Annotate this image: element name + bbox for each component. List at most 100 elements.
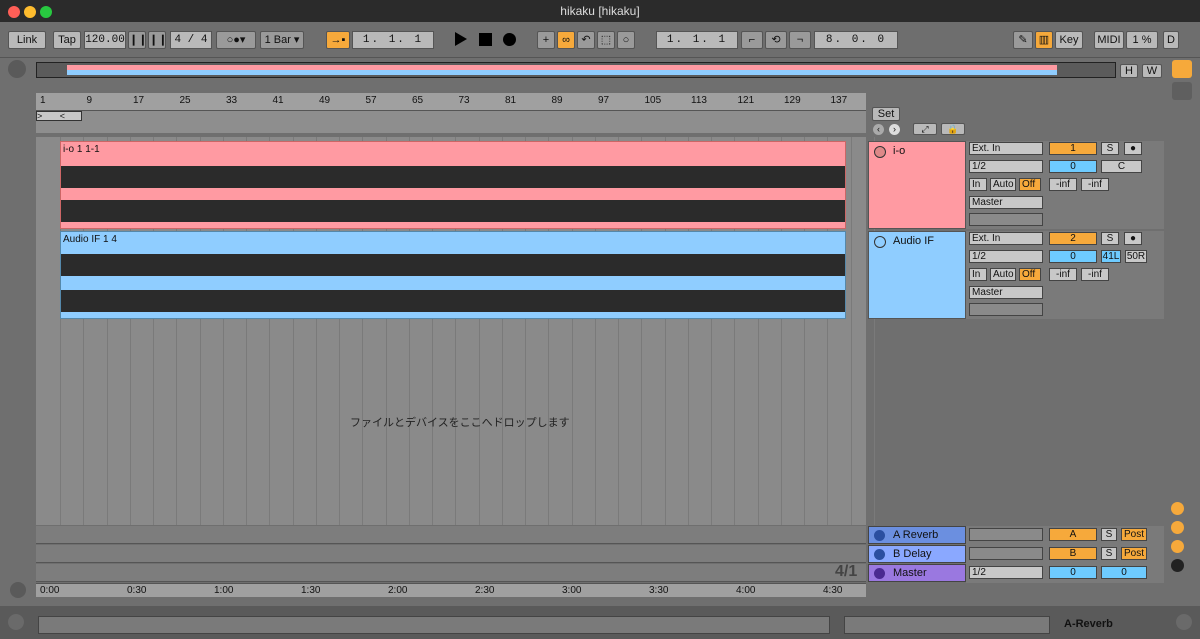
io-toggle-icon[interactable] bbox=[1171, 502, 1184, 515]
monitor-off-button[interactable]: Off bbox=[1019, 178, 1041, 191]
master-lane[interactable] bbox=[36, 564, 866, 582]
loop-brace-area[interactable]: > < bbox=[36, 111, 866, 133]
close-window-button[interactable] bbox=[8, 6, 20, 18]
track-fold-icon[interactable] bbox=[874, 146, 886, 158]
time-signature-field[interactable]: 4 / 4 bbox=[170, 31, 212, 49]
key-map-button[interactable]: Key bbox=[1055, 31, 1083, 49]
show-browser-icon[interactable] bbox=[8, 614, 24, 630]
link-button[interactable]: Link bbox=[8, 31, 46, 49]
volume-field[interactable]: 0 bbox=[1049, 250, 1097, 263]
return-a-solo[interactable]: S bbox=[1101, 528, 1117, 541]
beat-time-ruler[interactable]: 1 9 17 25 33 41 49 57 65 73 81 89 97 105 113 121 129 137 bbox=[36, 93, 866, 111]
return-header-a[interactable]: A Reverb bbox=[868, 526, 966, 544]
fold-icon[interactable] bbox=[874, 549, 885, 560]
pan-left-field[interactable]: 41L bbox=[1101, 250, 1121, 263]
fold-icon[interactable] bbox=[874, 568, 885, 579]
stop-icon[interactable] bbox=[479, 33, 492, 46]
return-b-activator[interactable]: B bbox=[1049, 547, 1097, 560]
nudge-up-icon[interactable]: ❙❙ bbox=[148, 31, 167, 49]
input-type-select[interactable]: Ext. In bbox=[969, 232, 1043, 245]
punch-in-icon[interactable]: ⌐ bbox=[741, 31, 763, 49]
monitor-auto-button[interactable]: Auto bbox=[990, 268, 1016, 281]
return-b-solo[interactable]: S bbox=[1101, 547, 1117, 560]
tap-button[interactable]: Tap bbox=[53, 31, 81, 49]
grid-settings-icon[interactable] bbox=[10, 582, 26, 598]
quantize-menu[interactable]: 1 Bar ▾ bbox=[260, 31, 304, 49]
zoom-window-button[interactable] bbox=[40, 6, 52, 18]
monitor-in-button[interactable]: In bbox=[969, 178, 987, 191]
next-locator-icon[interactable]: › bbox=[889, 124, 900, 135]
clip-i-o[interactable]: i-o 1 1-1 bbox=[60, 141, 846, 229]
output-channel-select[interactable] bbox=[969, 303, 1043, 316]
follow-icon[interactable]: →▪ bbox=[326, 31, 350, 49]
output-select[interactable]: Master bbox=[969, 286, 1043, 299]
loop-length-field[interactable]: 8. 0. 0 bbox=[814, 31, 898, 49]
output-select[interactable]: Master bbox=[969, 196, 1043, 209]
record-icon[interactable] bbox=[503, 33, 516, 46]
previous-locator-icon[interactable]: ‹ bbox=[873, 124, 884, 135]
crossfader-toggle-icon[interactable] bbox=[1171, 559, 1184, 572]
clip-audio-if[interactable]: Audio IF 1 4 bbox=[60, 231, 846, 319]
master-header[interactable]: Master bbox=[868, 564, 966, 582]
fold-icon[interactable] bbox=[874, 530, 885, 541]
draw-mode-icon[interactable]: ✎ bbox=[1013, 31, 1033, 49]
return-a-io-box[interactable] bbox=[969, 528, 1043, 541]
output-channel-select[interactable] bbox=[969, 213, 1043, 226]
show-detail-icon[interactable] bbox=[1176, 614, 1192, 630]
metronome-icon[interactable]: ○●▾ bbox=[216, 31, 256, 49]
computer-keyboard-icon[interactable]: ▥ bbox=[1035, 31, 1053, 49]
automation-arm-icon[interactable]: ∞ bbox=[557, 31, 575, 49]
mixer-toggle-icon[interactable] bbox=[1171, 540, 1184, 553]
solo-button[interactable]: S bbox=[1101, 232, 1119, 245]
input-type-select[interactable]: Ext. In bbox=[969, 142, 1043, 155]
loop-start-field[interactable]: 1. 1. 1 bbox=[656, 31, 738, 49]
input-channel-select[interactable]: 1/2 bbox=[969, 250, 1043, 263]
return-b-io-box[interactable] bbox=[969, 547, 1043, 560]
lock-icon[interactable]: 🔒 bbox=[941, 123, 965, 135]
session-view-icon[interactable] bbox=[1172, 82, 1192, 100]
master-output-select[interactable]: 1/2 bbox=[969, 566, 1043, 579]
session-record-icon[interactable]: ○ bbox=[617, 31, 635, 49]
play-icon[interactable] bbox=[455, 32, 467, 46]
master-cue-volume-field[interactable]: 0 bbox=[1101, 566, 1147, 579]
fit-height-button[interactable]: H bbox=[1120, 64, 1138, 78]
arrangement-view-icon[interactable] bbox=[1172, 60, 1192, 78]
re-enable-automation-icon[interactable]: ↶ bbox=[577, 31, 595, 49]
punch-out-icon[interactable]: ¬ bbox=[789, 31, 811, 49]
arrangement-overview[interactable] bbox=[36, 62, 1116, 78]
arrangement-position-field[interactable]: 1. 1. 1 bbox=[352, 31, 434, 49]
track-header-audio-if[interactable]: Audio IF bbox=[868, 231, 966, 319]
fit-width-button[interactable]: W bbox=[1142, 64, 1162, 78]
set-locator-button[interactable]: Set bbox=[872, 107, 900, 121]
input-channel-select[interactable]: 1/2 bbox=[969, 160, 1043, 173]
master-volume-field[interactable]: 0 bbox=[1049, 566, 1097, 579]
track-activator-button[interactable]: 1 bbox=[1049, 142, 1097, 155]
track-header-i-o[interactable]: i-o bbox=[868, 141, 966, 229]
time-ruler[interactable]: 0:00 0:30 1:00 1:30 2:00 2:30 3:00 3:30 4:00 4:30 bbox=[36, 583, 866, 597]
arm-record-icon[interactable]: ● bbox=[1124, 232, 1142, 245]
expand-tracks-icon[interactable]: ⤢ bbox=[913, 123, 937, 135]
returns-toggle-icon[interactable] bbox=[1171, 521, 1184, 534]
minimize-window-button[interactable] bbox=[24, 6, 36, 18]
monitor-auto-button[interactable]: Auto bbox=[990, 178, 1016, 191]
capture-icon[interactable]: ⬚ bbox=[597, 31, 615, 49]
return-header-b[interactable]: B Delay bbox=[868, 545, 966, 563]
track-fold-icon[interactable] bbox=[874, 236, 886, 248]
nudge-down-icon[interactable]: ❙❙ bbox=[128, 31, 147, 49]
arm-record-icon[interactable]: ● bbox=[1124, 142, 1142, 155]
heart-icon[interactable] bbox=[8, 60, 26, 78]
solo-button[interactable]: S bbox=[1101, 142, 1119, 155]
monitor-off-button[interactable]: Off bbox=[1019, 268, 1041, 281]
midi-map-button[interactable]: MIDI bbox=[1094, 31, 1124, 49]
track-activator-button[interactable]: 2 bbox=[1049, 232, 1097, 245]
monitor-in-button[interactable]: In bbox=[969, 268, 987, 281]
return-a-activator[interactable]: A bbox=[1049, 528, 1097, 541]
return-a-post[interactable]: Post bbox=[1121, 528, 1147, 541]
return-lane-a[interactable] bbox=[36, 526, 866, 544]
return-lane-b[interactable] bbox=[36, 545, 866, 563]
loop-brace[interactable]: > < bbox=[36, 111, 82, 121]
tempo-field[interactable]: 120.00 bbox=[84, 31, 126, 49]
pan-field[interactable]: C bbox=[1101, 160, 1142, 173]
pan-right-field[interactable]: 50R bbox=[1125, 250, 1147, 263]
loop-icon[interactable]: ⟲ bbox=[765, 31, 787, 49]
